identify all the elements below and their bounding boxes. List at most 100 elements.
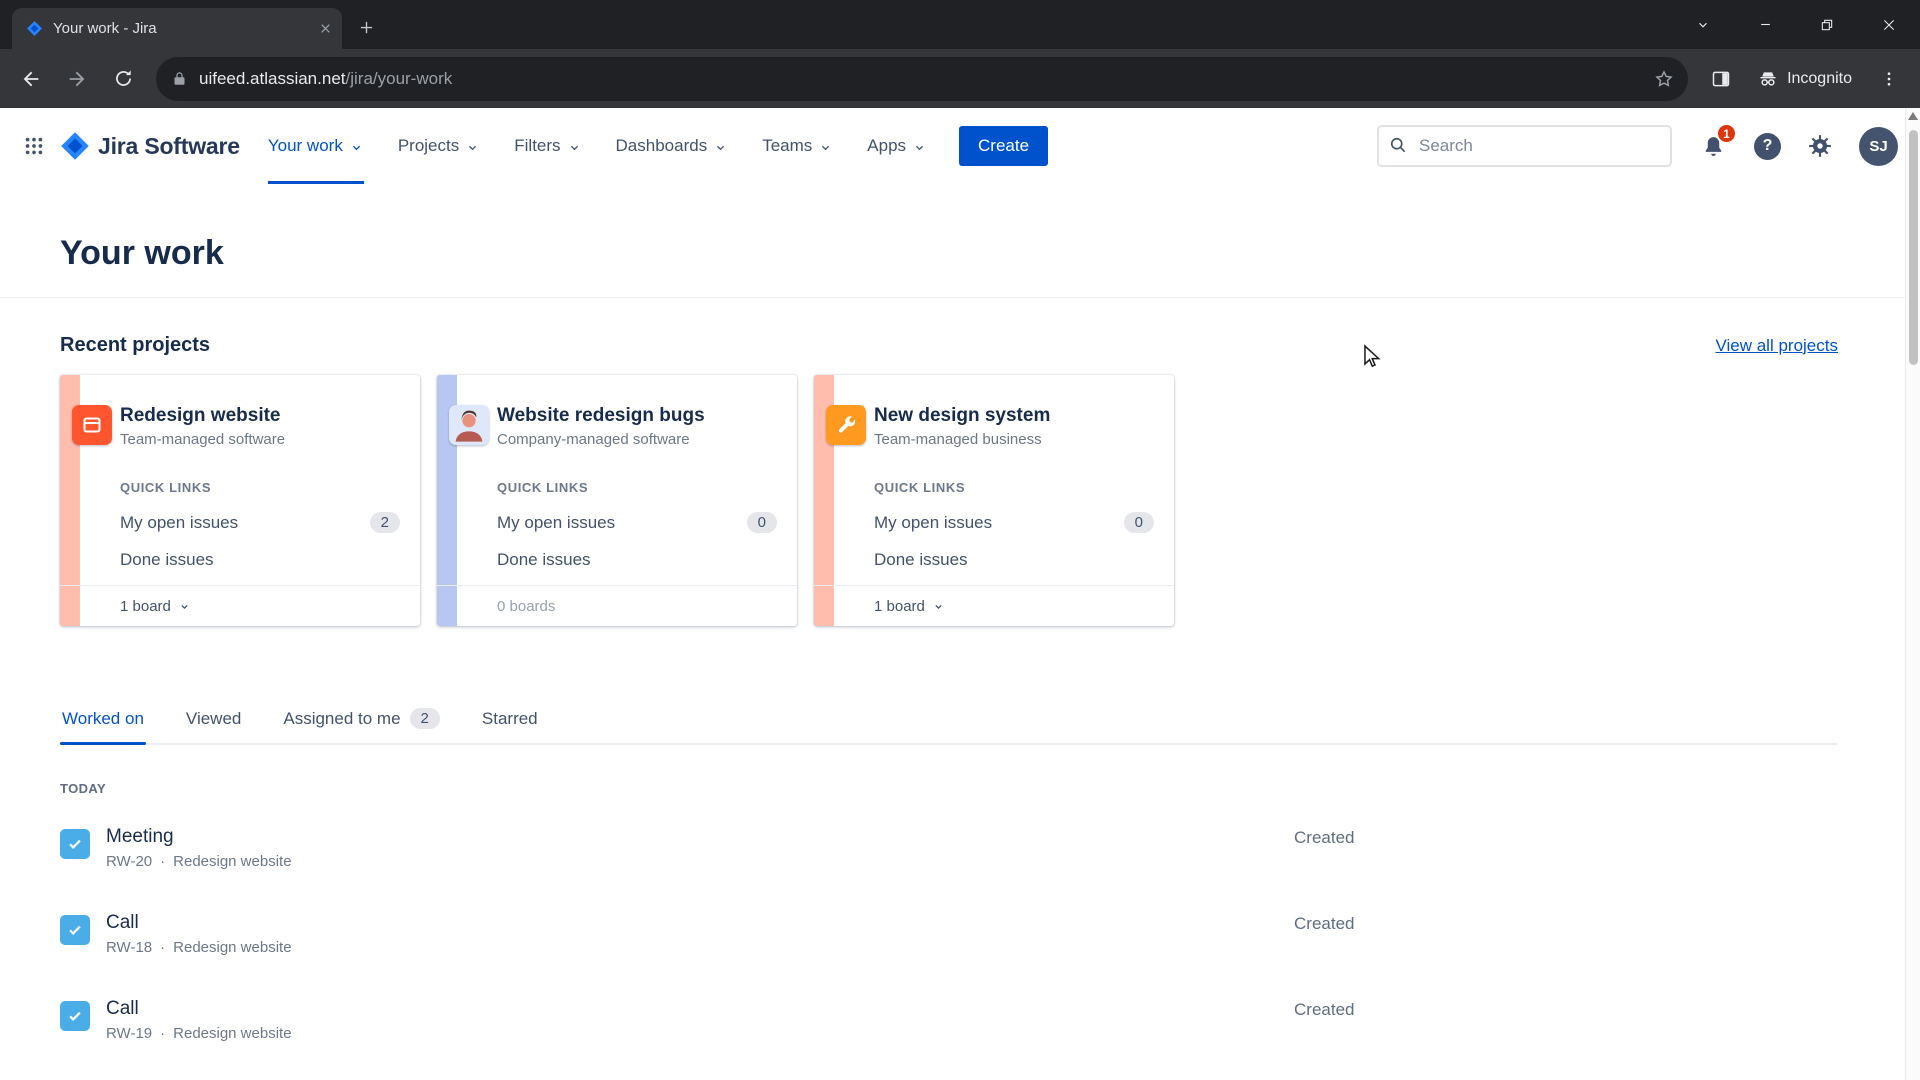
work-item-title[interactable]: Call <box>106 912 292 934</box>
nav-filters[interactable]: Filters <box>514 108 581 184</box>
tab-assigned-to-me[interactable]: Assigned to me 2 <box>281 698 442 743</box>
url-text[interactable]: uifeed.atlassian.net/jira/your-work <box>199 69 1642 89</box>
open-issues-label: My open issues <box>874 512 993 532</box>
section-heading-today: TODAY <box>60 781 107 796</box>
task-checkmark-icon <box>60 829 90 859</box>
tab-label: Worked on <box>62 708 144 728</box>
open-issues-count: 0 <box>1123 512 1154 533</box>
tab-worked-on[interactable]: Worked on <box>60 698 146 745</box>
secure-lock-icon[interactable] <box>172 71 187 86</box>
nav-label: Projects <box>397 136 460 155</box>
window-restore-icon[interactable] <box>1796 0 1858 49</box>
project-name[interactable]: New design system <box>874 405 1154 427</box>
board-selector[interactable]: 1 board <box>60 585 420 626</box>
work-item-status: Created <box>1294 828 1355 847</box>
main-navigation: Your work Projects Filters Dashboards Te… <box>267 108 927 184</box>
nav-label: Teams <box>762 136 813 155</box>
board-count-label: 0 boards <box>497 597 556 615</box>
chevron-down-icon <box>570 145 578 150</box>
notifications-button[interactable]: 1 <box>1698 123 1737 161</box>
window-minimize-icon[interactable] <box>1734 0 1796 49</box>
quick-links-label: QUICK LINKS <box>874 480 966 495</box>
gear-icon <box>1809 135 1831 157</box>
nav-projects[interactable]: Projects <box>398 108 480 184</box>
dot-separator: · <box>160 939 166 956</box>
bookmark-star-icon[interactable] <box>1654 69 1674 89</box>
tab-title: Your work - Jira <box>53 20 157 37</box>
nav-apps[interactable]: Apps <box>867 108 927 184</box>
page-scrollbar[interactable] <box>1905 108 1920 1080</box>
open-issues-count: 2 <box>369 512 400 533</box>
project-card[interactable]: Website redesign bugs Company-managed so… <box>437 375 797 626</box>
done-issues-link[interactable]: Done issues <box>120 550 400 570</box>
board-count-label: 1 board <box>874 597 925 615</box>
app-switcher-icon[interactable] <box>14 126 54 166</box>
notification-badge: 1 <box>1716 123 1737 144</box>
scrollbar-up-arrow-icon[interactable] <box>1908 112 1918 120</box>
chevron-down-icon <box>915 145 924 150</box>
nav-label: Your work <box>267 136 343 155</box>
project-name[interactable]: Redesign website <box>120 405 400 427</box>
side-panel-icon[interactable] <box>1700 58 1742 100</box>
done-issues-link[interactable]: Done issues <box>874 550 1154 570</box>
project-type: Team-managed software <box>120 431 286 448</box>
work-item[interactable]: Meeting RW-20 · Redesign website Created <box>60 826 1838 870</box>
browser-tab[interactable]: Your work - Jira <box>12 8 342 49</box>
project-name[interactable]: Website redesign bugs <box>497 405 777 427</box>
window-dropdown-icon[interactable] <box>1672 0 1734 49</box>
done-issues-label: Done issues <box>497 550 591 569</box>
tab-label: Starred <box>481 708 538 728</box>
browser-toolbar: uifeed.atlassian.net/jira/your-work Inco… <box>0 49 1920 108</box>
back-icon[interactable] <box>10 58 52 100</box>
open-issues-link[interactable]: My open issues 0 <box>497 512 777 533</box>
question-mark-icon: ? <box>1762 137 1773 154</box>
user-avatar[interactable]: SJ <box>1859 126 1898 166</box>
nav-teams[interactable]: Teams <box>762 108 833 184</box>
create-button[interactable]: Create <box>959 126 1049 166</box>
issue-key: RW-20 <box>106 853 153 870</box>
jira-favicon-icon <box>26 20 43 37</box>
window-close-icon[interactable] <box>1858 0 1920 49</box>
chevron-down-icon <box>352 145 360 150</box>
nav-dashboards[interactable]: Dashboards <box>616 108 729 184</box>
open-issues-link[interactable]: My open issues 0 <box>874 512 1154 533</box>
jira-logo-icon <box>61 132 89 160</box>
recent-project-cards: Redesign website Team-managed software Q… <box>60 375 1838 626</box>
open-issues-link[interactable]: My open issues 2 <box>120 512 400 533</box>
issue-key: RW-19 <box>106 1025 153 1042</box>
chevron-down-icon <box>822 145 830 150</box>
incognito-indicator[interactable]: Incognito <box>1746 69 1864 89</box>
jira-header: Jira Software Your work Projects Filters… <box>0 108 1920 184</box>
browser-menu-icon[interactable] <box>1868 58 1910 100</box>
help-button[interactable]: ? <box>1754 132 1781 160</box>
settings-button[interactable] <box>1807 133 1833 159</box>
window-controls <box>1672 0 1920 49</box>
work-item[interactable]: Call RW-19 · Redesign website Created <box>60 998 1838 1042</box>
board-selector[interactable]: 1 board <box>814 585 1174 626</box>
tab-viewed[interactable]: Viewed <box>184 698 243 743</box>
nav-label: Apps <box>867 136 907 155</box>
address-bar[interactable]: uifeed.atlassian.net/jira/your-work <box>156 56 1689 101</box>
project-card[interactable]: New design system Team-managed business … <box>814 375 1174 626</box>
scrollbar-thumb[interactable] <box>1909 130 1918 365</box>
work-item-title[interactable]: Call <box>106 998 292 1020</box>
tab-close-icon[interactable] <box>319 22 332 35</box>
project-card[interactable]: Redesign website Team-managed software Q… <box>60 375 420 626</box>
reload-icon[interactable] <box>102 58 144 100</box>
forward-icon[interactable] <box>56 58 98 100</box>
incognito-label: Incognito <box>1787 69 1852 87</box>
jira-logo[interactable]: Jira Software <box>60 131 240 161</box>
view-all-projects-link[interactable]: View all projects <box>1715 336 1838 356</box>
tab-starred[interactable]: Starred <box>480 698 540 743</box>
new-tab-button[interactable] <box>348 9 384 45</box>
open-issues-count: 0 <box>746 512 777 533</box>
work-item[interactable]: Call RW-18 · Redesign website Created <box>60 912 1838 956</box>
done-issues-link[interactable]: Done issues <box>497 550 777 570</box>
header-actions: 1 ? SJ <box>1377 123 1898 167</box>
issue-project: Redesign website <box>173 853 292 870</box>
work-item-title[interactable]: Meeting <box>106 826 292 848</box>
search-input[interactable] <box>1377 125 1672 167</box>
url-host: uifeed.atlassian.net <box>199 68 346 88</box>
nav-your-work[interactable]: Your work <box>267 108 364 184</box>
dot-separator: · <box>160 853 166 870</box>
